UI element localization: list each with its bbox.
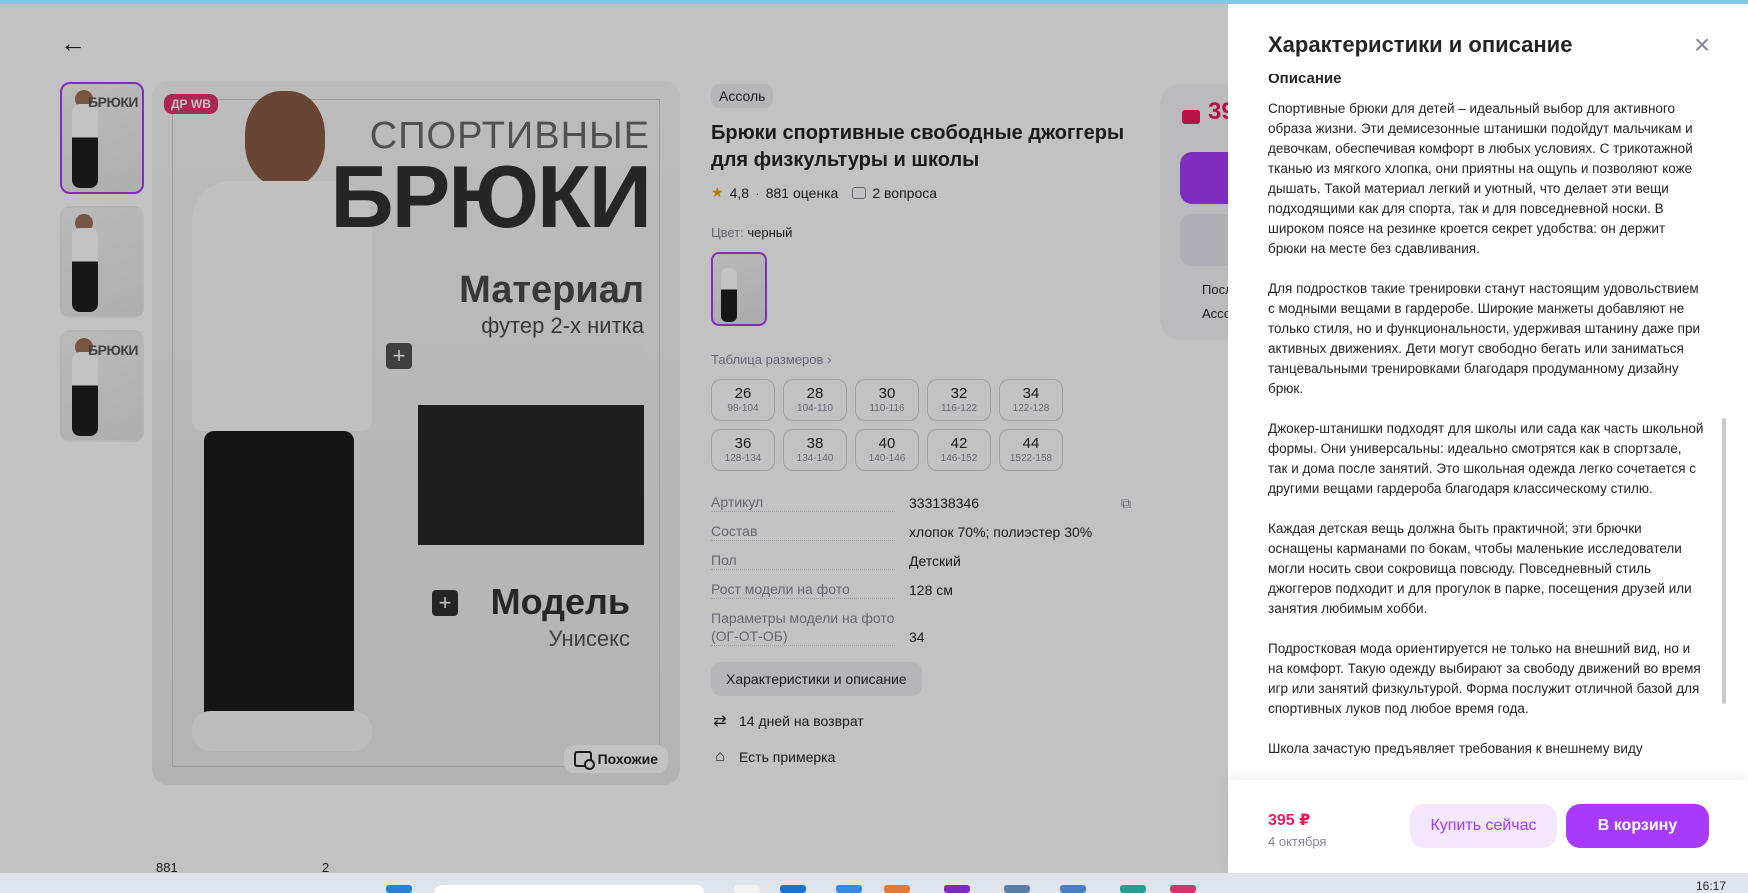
modal-overlay[interactable] [0, 4, 1228, 873]
characteristics-drawer: Характеристики и описание × Описание Спо… [1228, 4, 1748, 873]
os-taskbar: 16:17 [0, 873, 1748, 893]
description-paragraph: Для подростков такие тренировки станут н… [1268, 281, 1701, 396]
description-heading: Описание [1268, 74, 1342, 87]
taskbar-app-icon[interactable] [1004, 885, 1030, 893]
taskbar-app-icon[interactable] [1120, 885, 1146, 893]
taskbar-app-icon[interactable] [1170, 885, 1196, 893]
drawer-footer: 395 ₽ 4 октября Купить сейчас В корзину [1228, 780, 1748, 873]
taskbar-app-icon[interactable] [944, 885, 970, 893]
close-icon[interactable]: × [1688, 31, 1716, 60]
taskbar-app-icon[interactable] [734, 885, 760, 893]
taskbar-clock: 16:17 [1695, 879, 1726, 893]
description-paragraph: Спортивные брюки для детей – идеальный в… [1268, 101, 1693, 256]
add-to-cart-button[interactable]: В корзину [1566, 804, 1709, 848]
description-paragraph: Подростковая мода ориентируется не тольк… [1268, 641, 1701, 716]
description-paragraph: Каждая детская вещь должна быть практичн… [1268, 521, 1692, 616]
taskbar-app-icon[interactable] [780, 885, 806, 893]
buy-now-button[interactable]: Купить сейчас [1410, 804, 1557, 848]
taskbar-app-icon[interactable] [1060, 885, 1086, 893]
taskbar-app-icon[interactable] [884, 885, 910, 893]
taskbar-app-icon[interactable] [836, 885, 862, 893]
description-paragraph: Джокер-штанишки подходят для школы или с… [1268, 421, 1704, 496]
drawer-body[interactable]: Описание Спортивные брюки для детей – ид… [1268, 74, 1704, 780]
taskbar-search[interactable] [434, 885, 704, 893]
footer-price: 395 ₽ [1268, 812, 1311, 829]
drawer-scrollbar[interactable] [1722, 418, 1726, 704]
delivery-date: 4 октября [1268, 834, 1327, 849]
description-paragraph: Школа зачастую предъявляет требования к … [1268, 741, 1643, 756]
taskbar-app-icon[interactable] [386, 885, 412, 893]
drawer-title: Характеристики и описание [1268, 32, 1573, 57]
